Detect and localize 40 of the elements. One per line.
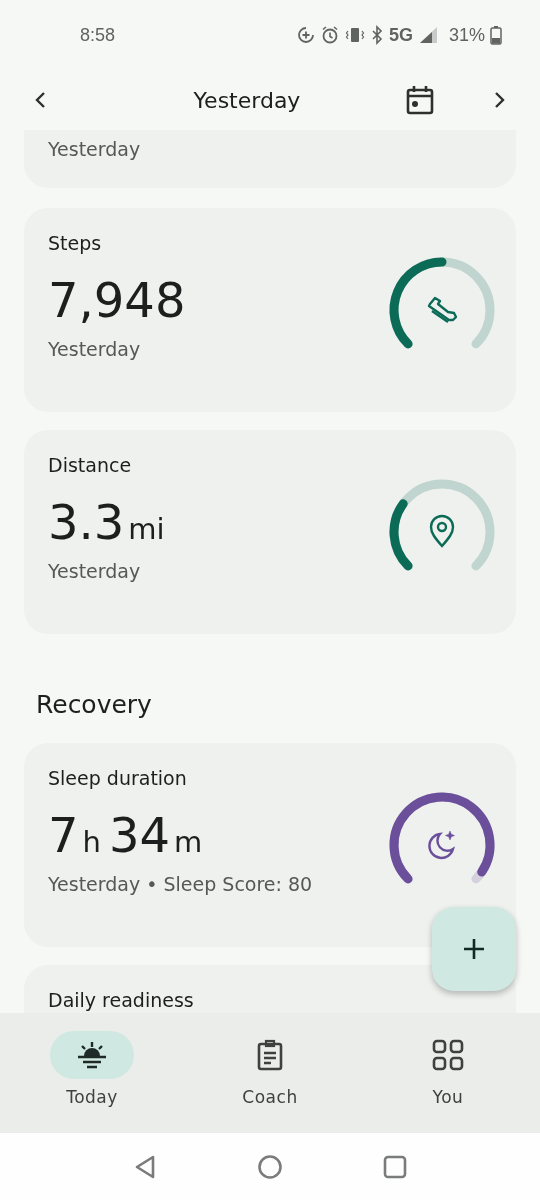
card-title: Distance [48,454,132,476]
clipboard-icon [256,1039,284,1071]
card-subtitle: Yesterday [48,338,141,360]
card-subtitle: Yesterday [48,560,141,582]
shoe-icon [427,296,458,323]
metric-card[interactable]: Steps 7,948 Yesterday [24,208,516,412]
recents-icon[interactable] [383,1154,407,1179]
vibrate-icon [344,25,365,45]
home-icon[interactable] [257,1153,283,1180]
date-title: Yesterday [192,87,302,113]
plus-icon [462,937,486,961]
card-title: Daily readiness [48,989,194,1011]
card-title: Steps [48,232,102,254]
data-saver-icon [296,26,315,44]
metric-card[interactable]: Daily readiness [24,965,516,1013]
bluetooth-icon [369,25,384,45]
calendar-icon [406,85,434,115]
card-title: Sleep duration [48,767,187,789]
battery-icon [490,25,502,45]
nav-tab[interactable]: You [378,1013,518,1133]
chevron-left-icon [34,90,48,110]
metric-value: 7,948 [48,271,186,330]
metric-value: 3.3 mi [48,493,166,552]
sunrise-icon [75,1040,109,1070]
status-time: 8:58 [80,24,116,46]
metric-value: 7 h 34 m [48,806,204,865]
nav-tab[interactable]: Today [22,1013,162,1133]
section-heading: Recovery [35,689,153,721]
network-label: 5G [388,24,413,46]
metric-card[interactable]: Sleep duration 7 h 34 m Yesterday • Sleep Score: 80 [24,743,516,947]
back-icon[interactable] [133,1153,157,1180]
battery-percent: 31% [448,24,485,46]
card-subtitle: Yesterday • Sleep Score: 80 [48,873,313,895]
grid-icon [432,1039,464,1071]
moon-stars-icon [428,830,455,860]
chevron-right-icon [492,90,506,110]
location-pin-icon [429,514,455,548]
metric-card[interactable]: Distance 3.3 mi Yesterday [24,430,516,634]
nav-tab[interactable]: Coach [200,1013,340,1133]
card-subtitle: Yesterday [48,138,141,160]
